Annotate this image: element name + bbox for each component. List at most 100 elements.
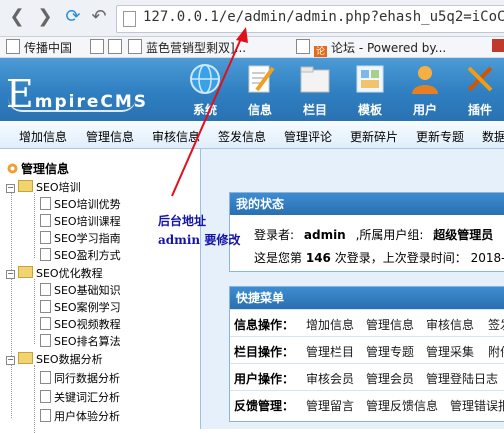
annotation-text: 后台地址 admin 要修改 (158, 214, 241, 247)
main-content: 我的状态 登录者: admin ,所属用户组: 超级管理员 这是您第 146 次… (201, 149, 504, 429)
browser-toolbar: ❮ ❯ ⟳ ↶ 127.0.0.1/e/admin/admin.php?ehas… (0, 0, 504, 37)
bookmark-item[interactable]: 论论坛 - Powered by... (296, 39, 446, 57)
submenu-sign-info[interactable]: 签发信息 (218, 128, 266, 145)
submenu-manage-comments[interactable]: 管理评论 (284, 128, 332, 145)
quick-link[interactable]: 管理会员 (366, 370, 414, 387)
tree-leaf[interactable]: 用户体验分析 (40, 408, 120, 424)
tree-folder[interactable]: − SEO培训 (6, 179, 81, 195)
tree-folder[interactable]: − SEO数据分析 (6, 351, 103, 367)
submenu-manage-info[interactable]: 管理信息 (86, 128, 134, 145)
quick-link[interactable]: 管理栏目 (306, 343, 354, 360)
topnav-info[interactable]: 信息 (235, 62, 285, 118)
bookmark-item[interactable]: 传播中国 (6, 39, 72, 56)
collapse-icon[interactable]: − (6, 184, 15, 193)
login-count: 146 (305, 251, 331, 265)
bookmark-item[interactable] (492, 39, 504, 53)
tree-line (11, 184, 12, 418)
bookmark-item[interactable]: 蓝色营销型剩双]... (128, 39, 246, 56)
submenu-update-fragments[interactable]: 更新碎片 (350, 128, 398, 145)
quick-link[interactable]: 审核信息 (426, 316, 474, 333)
quick-link[interactable]: 管理专题 (366, 343, 414, 360)
quick-link[interactable]: 管理反馈信息 (366, 397, 438, 414)
login-line: 登录者: admin ,所属用户组: 超级管理员 (254, 228, 494, 242)
refresh-icon[interactable]: ⟳ (62, 6, 84, 28)
quick-link[interactable]: 签发 (488, 316, 504, 333)
page-icon (108, 39, 122, 54)
user-group: 超级管理员 (433, 228, 494, 242)
page-icon (123, 11, 136, 27)
tree-leaf[interactable]: SEO排名算法 (40, 333, 121, 349)
collapse-icon[interactable]: − (6, 270, 15, 279)
page-icon (128, 39, 142, 54)
bookmark-item[interactable] (90, 39, 126, 55)
collapse-icon[interactable]: − (6, 356, 15, 365)
tree-leaf[interactable]: SEO学习指南 (40, 230, 121, 246)
quick-link[interactable]: 管理留言 (306, 397, 354, 414)
quick-link[interactable]: 附件 (488, 343, 504, 360)
left-tree-panel: 管理信息 − SEO培训 SEO培训优势 SEO培训课程 SEO学习指南 SEO盈… (0, 149, 201, 433)
page-icon (40, 214, 51, 227)
page-icon (40, 197, 51, 210)
last-login-time: 2018-0 (470, 251, 504, 265)
quick-link[interactable]: 管理信息 (366, 316, 414, 333)
status-box: 我的状态 登录者: admin ,所属用户组: 超级管理员 这是您第 146 次… (229, 192, 504, 272)
status-box-title: 我的状态 (230, 193, 504, 215)
page-icon (6, 39, 20, 54)
topnav-user[interactable]: 用户 (400, 62, 450, 118)
user-icon (412, 66, 438, 94)
logo-swoosh (8, 98, 136, 112)
tree-line (34, 193, 35, 258)
tree-line (34, 279, 35, 344)
address-text[interactable]: 127.0.0.1/e/admin/admin.php?ehash_u5q2=i… (143, 9, 504, 25)
submenu-audit-info[interactable]: 审核信息 (152, 128, 200, 145)
page-icon (40, 317, 51, 330)
address-bar[interactable]: 127.0.0.1/e/admin/admin.php?ehash_u5q2=i… (116, 5, 504, 33)
topnav-plugin[interactable]: 插件 (455, 62, 504, 118)
quick-link[interactable]: 管理采集 (426, 343, 474, 360)
site-icon (492, 39, 504, 52)
quick-row-feedback: 反馈管理： 管理留言 管理反馈信息 管理错误报 (230, 390, 504, 417)
undo-icon[interactable]: ↶ (88, 6, 110, 28)
page-icon (40, 390, 51, 403)
page-icon (40, 300, 51, 313)
tree-leaf[interactable]: 关键词汇分析 (40, 389, 120, 405)
submenu-add-info[interactable]: 增加信息 (19, 128, 67, 145)
tree-line (34, 365, 35, 433)
tree-leaf[interactable]: SEO案例学习 (40, 299, 121, 315)
folder-icon (18, 266, 33, 278)
submenu-data[interactable]: 数据 (482, 128, 504, 145)
template-icon (356, 65, 384, 93)
tree-leaf[interactable]: SEO培训课程 (40, 213, 121, 229)
pencil-note-icon (248, 65, 275, 93)
quick-link[interactable]: 管理登陆日志 (426, 370, 498, 387)
quick-row-column: 栏目操作： 管理栏目 管理专题 管理采集 附件 (230, 336, 504, 363)
forum-icon: 论 (314, 46, 327, 57)
forward-icon[interactable]: ❯ (34, 6, 56, 28)
submenu-update-topics[interactable]: 更新专题 (416, 128, 464, 145)
tree-leaf[interactable]: SEO盈利方式 (40, 247, 121, 263)
quick-link[interactable]: 管理错误报 (450, 397, 504, 414)
quick-menu-box: 快捷菜单 信息操作： 增加信息 管理信息 审核信息 签发 栏目操作： 管理栏目 … (229, 286, 504, 422)
page-icon (40, 283, 51, 296)
page-icon (40, 409, 51, 422)
tree-folder[interactable]: − SEO优化教程 (6, 265, 103, 281)
quick-row-info: 信息操作： 增加信息 管理信息 审核信息 签发 (230, 309, 504, 336)
quick-link[interactable]: 增加信息 (306, 316, 354, 333)
quick-row-user: 用户操作： 审核会员 管理会员 管理登陆日志 (230, 363, 504, 390)
globe-icon (190, 64, 220, 94)
page-icon (296, 39, 310, 54)
tree-leaf[interactable]: 同行数据分析 (40, 370, 120, 386)
tools-icon (467, 66, 493, 92)
tree-leaf[interactable]: SEO基础知识 (40, 282, 121, 298)
login-count-line: 这是您第 146 次登录，上次登录时间： 2018-0 (254, 249, 504, 266)
page-icon (40, 371, 51, 384)
topnav-column[interactable]: 栏目 (290, 62, 340, 118)
cms-header: EmpireCMS 系统 信息 栏目 模板 用户 插件 (0, 58, 504, 121)
topnav-system[interactable]: 系统 (180, 62, 230, 118)
gear-icon (7, 163, 18, 174)
back-icon[interactable]: ❮ (6, 6, 28, 28)
quick-link[interactable]: 审核会员 (306, 370, 354, 387)
tree-leaf[interactable]: SEO培训优势 (40, 196, 121, 212)
tree-leaf[interactable]: SEO视频教程 (40, 316, 121, 332)
topnav-template[interactable]: 模板 (345, 62, 395, 118)
